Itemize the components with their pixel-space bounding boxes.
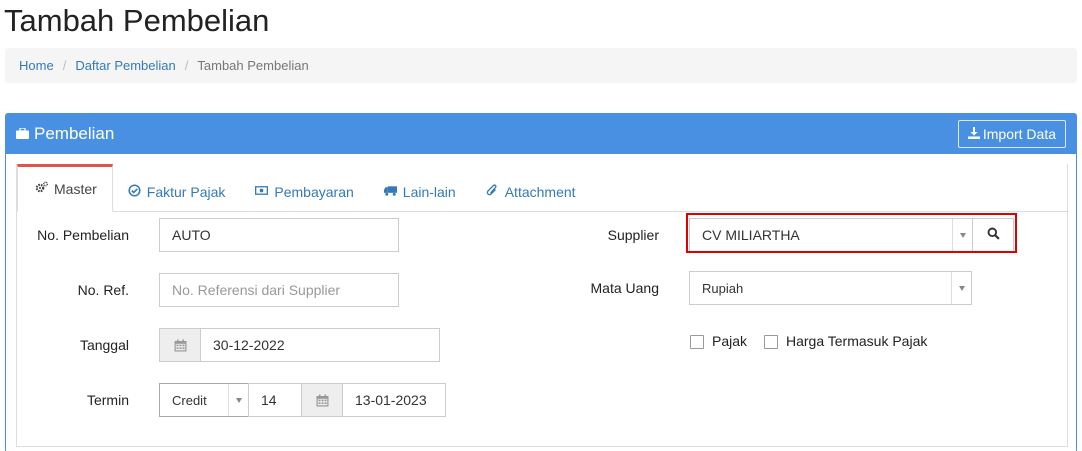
import-data-button[interactable]: Import Data: [957, 120, 1066, 148]
chevron-down-icon: [228, 384, 248, 416]
supplier-highlight-box: [686, 213, 1017, 253]
download-icon: [967, 126, 980, 142]
breadcrumb-home[interactable]: Home: [19, 58, 54, 73]
import-data-label: Import Data: [982, 126, 1056, 142]
no-pembelian-input[interactable]: AUTO: [159, 218, 399, 252]
tab-label: Master: [54, 181, 97, 197]
check-circle-icon: [128, 184, 141, 200]
cogs-icon: [35, 181, 48, 197]
tab-lain-lain[interactable]: Lain-lain: [369, 173, 471, 211]
calendar-icon[interactable]: [301, 383, 343, 417]
tab-label: Attachment: [504, 184, 576, 200]
no-ref-input[interactable]: No. Referensi dari Supplier: [159, 273, 399, 307]
harga-termasuk-pajak-checkbox[interactable]: [764, 335, 778, 349]
tab-master[interactable]: Master: [17, 164, 113, 212]
mata-uang-label: Mata Uang: [590, 280, 659, 296]
money-icon: [255, 184, 269, 200]
no-pembelian-label: No. Pembelian: [37, 227, 129, 243]
chevron-down-icon: [951, 272, 971, 304]
mata-uang-value: Rupiah: [702, 280, 744, 296]
tab-attachment[interactable]: Attachment: [471, 173, 591, 211]
tab-label: Faktur Pajak: [146, 184, 226, 200]
pajak-checkbox[interactable]: [690, 335, 704, 349]
termin-due-date-input[interactable]: 13-01-2023: [342, 383, 446, 417]
tanggal-label: Tanggal: [79, 337, 129, 353]
breadcrumb-separator: /: [62, 58, 67, 73]
paperclip-icon: [486, 184, 499, 200]
panel-title-text: Pembelian: [34, 124, 115, 143]
harga-termasuk-pajak-label: Harga Termasuk Pajak: [786, 333, 928, 349]
breadcrumb-separator: /: [184, 58, 189, 73]
tab-label: Lain-lain: [402, 184, 456, 200]
no-ref-label: No. Ref.: [77, 282, 129, 298]
panel-title: Pembelian: [16, 124, 114, 144]
breadcrumb-current: Tambah Pembelian: [197, 58, 309, 73]
briefcase-icon: [16, 124, 29, 144]
truck-icon: [383, 184, 397, 200]
termin-type-value: Credit: [172, 392, 207, 408]
tab-bar: Master Faktur Pajak Pembayaran Lain-lain: [17, 164, 1067, 212]
tab-pembayaran[interactable]: Pembayaran: [240, 173, 368, 211]
calendar-icon[interactable]: [159, 328, 201, 362]
breadcrumb-daftar-pembelian[interactable]: Daftar Pembelian: [75, 58, 175, 73]
tab-faktur-pajak[interactable]: Faktur Pajak: [113, 173, 241, 211]
termin-days-input[interactable]: 14: [248, 383, 302, 417]
breadcrumb: Home / Daftar Pembelian / Tambah Pembeli…: [5, 48, 1077, 83]
supplier-label: Supplier: [607, 227, 659, 243]
pajak-label: Pajak: [712, 333, 748, 349]
termin-label: Termin: [86, 392, 129, 408]
page-title: Tambah Pembelian: [4, 3, 270, 38]
tab-label: Pembayaran: [274, 184, 354, 200]
panel-heading: Pembelian Import Data: [6, 114, 1076, 154]
tanggal-input[interactable]: 30-12-2022: [200, 328, 440, 362]
termin-type-select[interactable]: Credit: [159, 383, 249, 417]
mata-uang-select[interactable]: Rupiah: [689, 271, 972, 305]
